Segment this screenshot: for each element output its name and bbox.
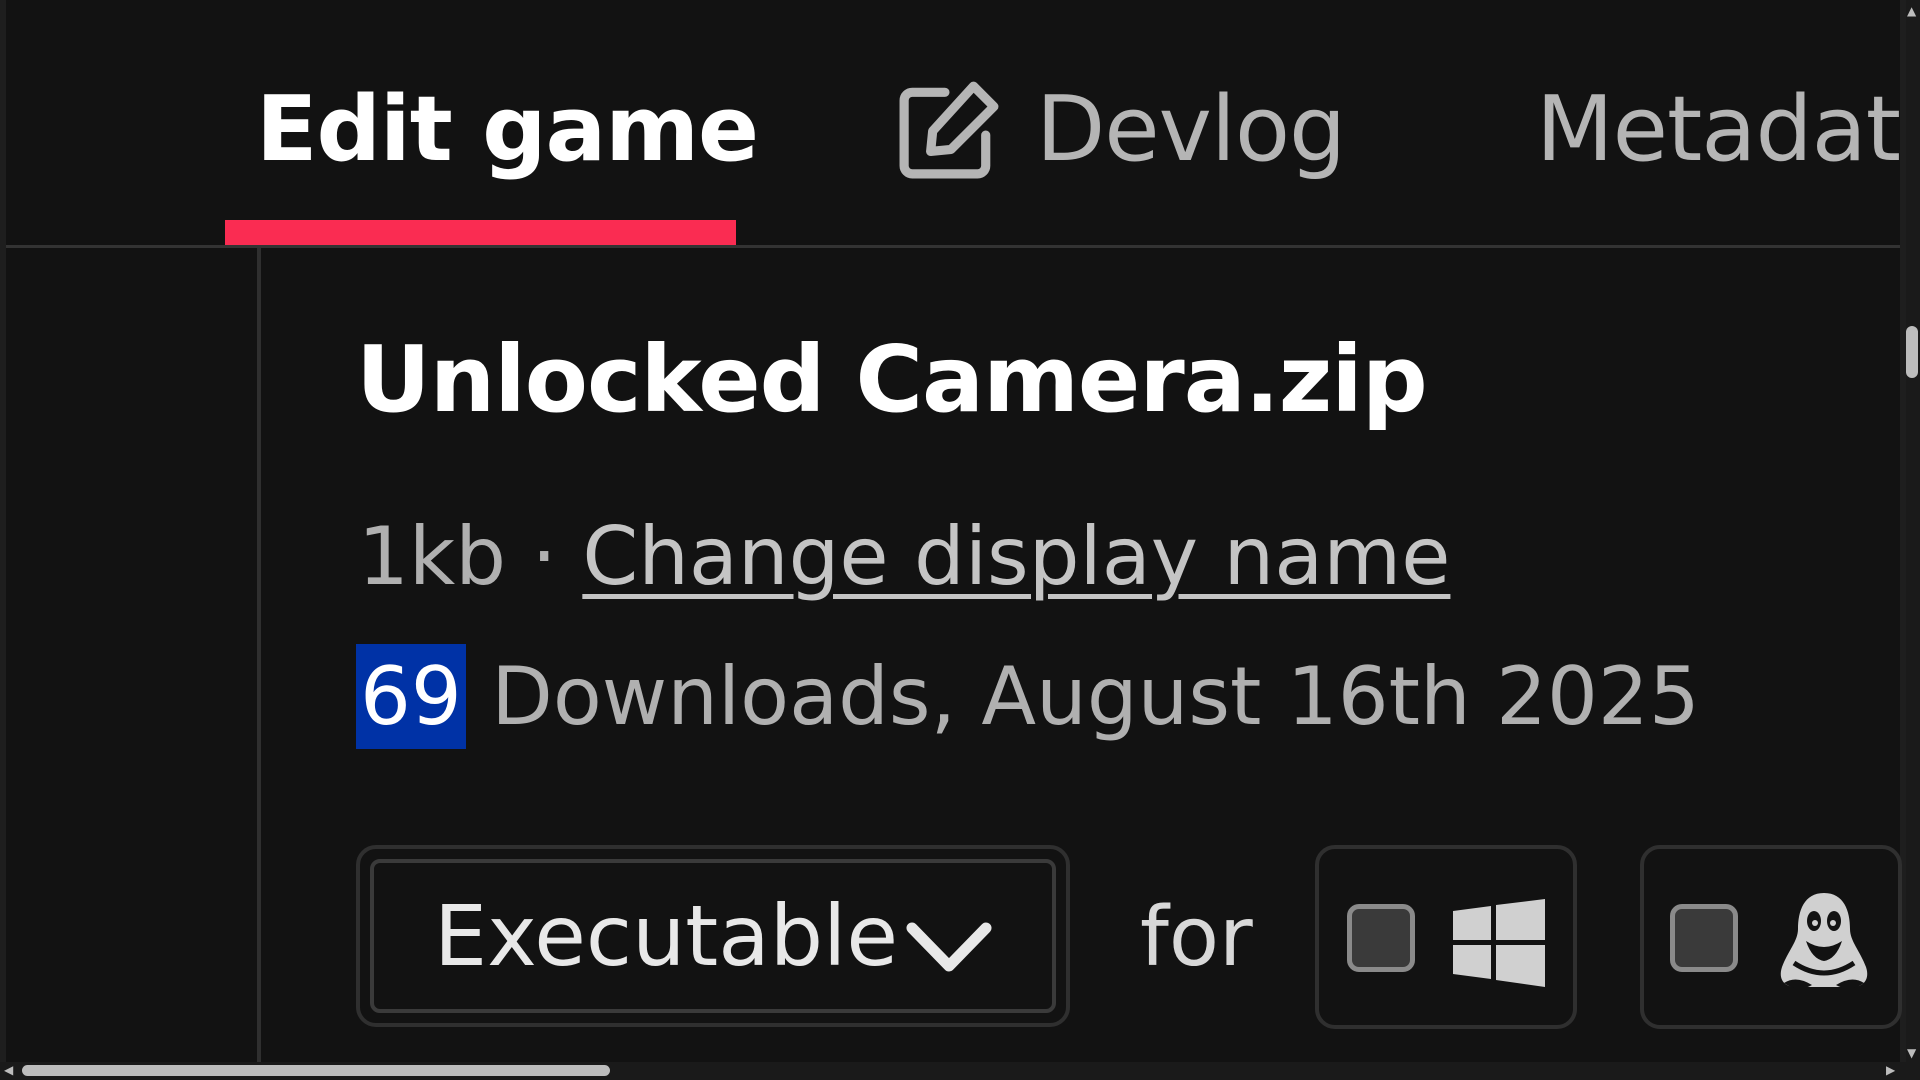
meta-separator: · (531, 510, 557, 603)
windows-icon (1453, 899, 1545, 987)
scroll-left-arrow-icon[interactable]: ◀ (4, 1063, 13, 1077)
file-type-value: Executable (434, 887, 899, 985)
horizontal-scrollbar-thumb[interactable] (22, 1065, 610, 1076)
vertical-scrollbar[interactable] (1906, 0, 1920, 1062)
tab-devlog[interactable]: Devlog (898, 74, 1346, 184)
file-meta-line: 1kb · Change display name (358, 510, 1450, 603)
downloads-line: 69 Downloads, August 16th 2025 (356, 644, 1700, 749)
scroll-up-arrow-icon[interactable]: ▲ (1907, 4, 1916, 18)
tab-metadata[interactable]: Metadat (1536, 74, 1901, 184)
vertical-scrollbar-thumb[interactable] (1906, 326, 1918, 378)
downloads-date: Downloads, August 16th 2025 (491, 650, 1700, 743)
pencil-square-icon (899, 81, 999, 179)
chevron-down-icon (906, 922, 992, 972)
linux-checkbox[interactable] (1670, 904, 1738, 972)
for-label: for (1140, 890, 1253, 985)
file-type-select-inner: Executable (370, 859, 1056, 1013)
scroll-right-arrow-icon[interactable]: ▶ (1886, 1063, 1895, 1077)
scroll-down-arrow-icon[interactable]: ▼ (1907, 1046, 1916, 1060)
file-size: 1kb (358, 510, 507, 603)
file-type-select[interactable]: Executable (356, 845, 1070, 1027)
tab-devlog-label: Devlog (1036, 76, 1346, 182)
download-count: 69 (356, 644, 466, 749)
windows-checkbox[interactable] (1347, 904, 1415, 972)
tab-metadata-label: Metadat (1536, 76, 1901, 182)
upload-filename: Unlocked Camera.zip (356, 326, 1428, 433)
change-display-name-link[interactable]: Change display name (582, 510, 1450, 603)
active-tab-indicator (225, 220, 736, 245)
tab-edit-game[interactable]: Edit game (256, 74, 759, 184)
sidebar-divider (257, 248, 261, 1062)
tab-edit-game-label: Edit game (256, 76, 759, 182)
platform-windows-toggle[interactable] (1315, 845, 1577, 1029)
tab-divider (6, 245, 1900, 248)
platform-linux-toggle[interactable] (1640, 845, 1902, 1029)
linux-tux-icon (1780, 893, 1868, 989)
